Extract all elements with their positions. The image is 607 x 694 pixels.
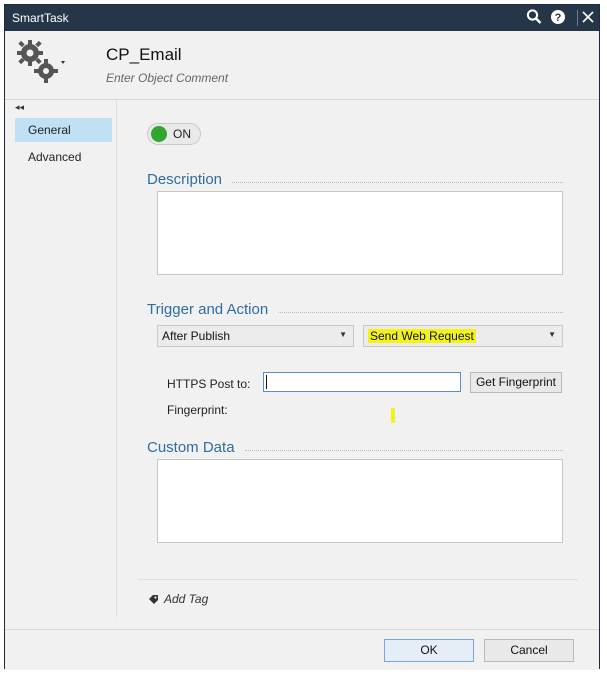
sidebar-item-label: General [28, 123, 71, 137]
custom-data-heading-text: Custom Data [147, 439, 235, 456]
add-tag-link[interactable]: Add Tag [148, 592, 208, 606]
object-header: CP_Email Enter Object Comment [5, 31, 599, 100]
gears-icon[interactable] [15, 37, 67, 87]
description-field[interactable] [157, 191, 563, 275]
smarttask-window: SmartTask ? CP_Email Enter Object Commen… [4, 4, 600, 670]
collapse-sidebar-icon[interactable]: ◂◂ [15, 102, 24, 113]
sidebar-item-label: Advanced [28, 150, 82, 164]
toggle-knob [151, 126, 167, 142]
action-value-highlight: Send Web Request [368, 329, 476, 343]
custom-data-heading: Custom Data [147, 439, 563, 456]
add-tag-label: Add Tag [164, 592, 209, 606]
object-name[interactable]: CP_Email [106, 45, 182, 65]
window-title: SmartTask [12, 11, 69, 25]
dialog-footer: OK Cancel [5, 629, 599, 670]
sidebar-item-general[interactable]: General [15, 118, 112, 142]
titlebar-divider [577, 10, 578, 26]
ok-button[interactable]: OK [384, 639, 474, 662]
action-selected-value: Send Web Request [368, 329, 476, 343]
cancel-button[interactable]: Cancel [484, 639, 574, 662]
sidebar-nav: General Advanced [15, 118, 112, 172]
section-divider [244, 449, 563, 451]
trigger-selected-value: After Publish [162, 329, 231, 343]
section-divider [278, 311, 563, 313]
trigger-dropdown[interactable]: After Publish ▼ [157, 325, 354, 347]
fingerprint-label: Fingerprint: [167, 403, 228, 417]
description-heading-text: Description [147, 171, 223, 188]
search-icon[interactable] [526, 8, 544, 28]
enabled-toggle[interactable]: ON [147, 123, 201, 145]
close-icon[interactable] [581, 8, 599, 28]
chevron-down-icon: ▼ [339, 330, 347, 339]
description-heading: Description [147, 171, 563, 188]
svg-text:?: ? [555, 12, 562, 24]
section-divider [232, 181, 563, 183]
toggle-label: ON [173, 127, 191, 141]
sidebar-item-advanced[interactable]: Advanced [15, 145, 112, 169]
tag-divider [138, 579, 578, 580]
object-comment[interactable]: Enter Object Comment [106, 71, 228, 85]
help-icon[interactable]: ? [550, 8, 568, 28]
custom-data-field[interactable] [157, 459, 563, 543]
general-panel: ON Description Trigger and Action After … [117, 99, 571, 577]
trigger-action-heading: Trigger and Action [147, 301, 563, 318]
tag-icon [148, 594, 159, 605]
https-post-label: HTTPS Post to: [167, 377, 251, 391]
title-bar: SmartTask ? [5, 5, 599, 31]
text-caret [266, 375, 267, 389]
trigger-action-heading-text: Trigger and Action [147, 301, 269, 318]
get-fingerprint-button[interactable]: Get Fingerprint [470, 372, 562, 393]
chevron-down-icon: ▼ [548, 330, 556, 339]
https-post-input[interactable] [263, 372, 461, 392]
highlight-mark [391, 408, 395, 423]
action-dropdown[interactable]: Send Web Request ▼ [363, 325, 563, 347]
